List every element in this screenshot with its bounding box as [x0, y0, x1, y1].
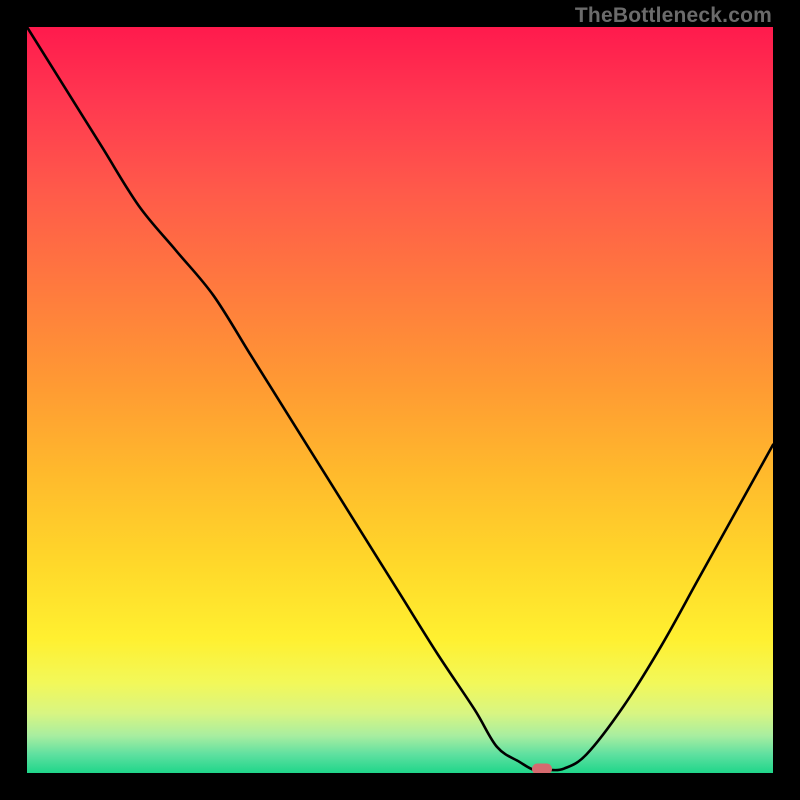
- chart-svg: [27, 27, 773, 773]
- chart-frame: TheBottleneck.com: [0, 0, 800, 800]
- optimum-marker: [532, 763, 552, 773]
- plot-area: [27, 27, 773, 773]
- attribution-text: TheBottleneck.com: [575, 4, 772, 28]
- gradient-rect: [27, 27, 773, 773]
